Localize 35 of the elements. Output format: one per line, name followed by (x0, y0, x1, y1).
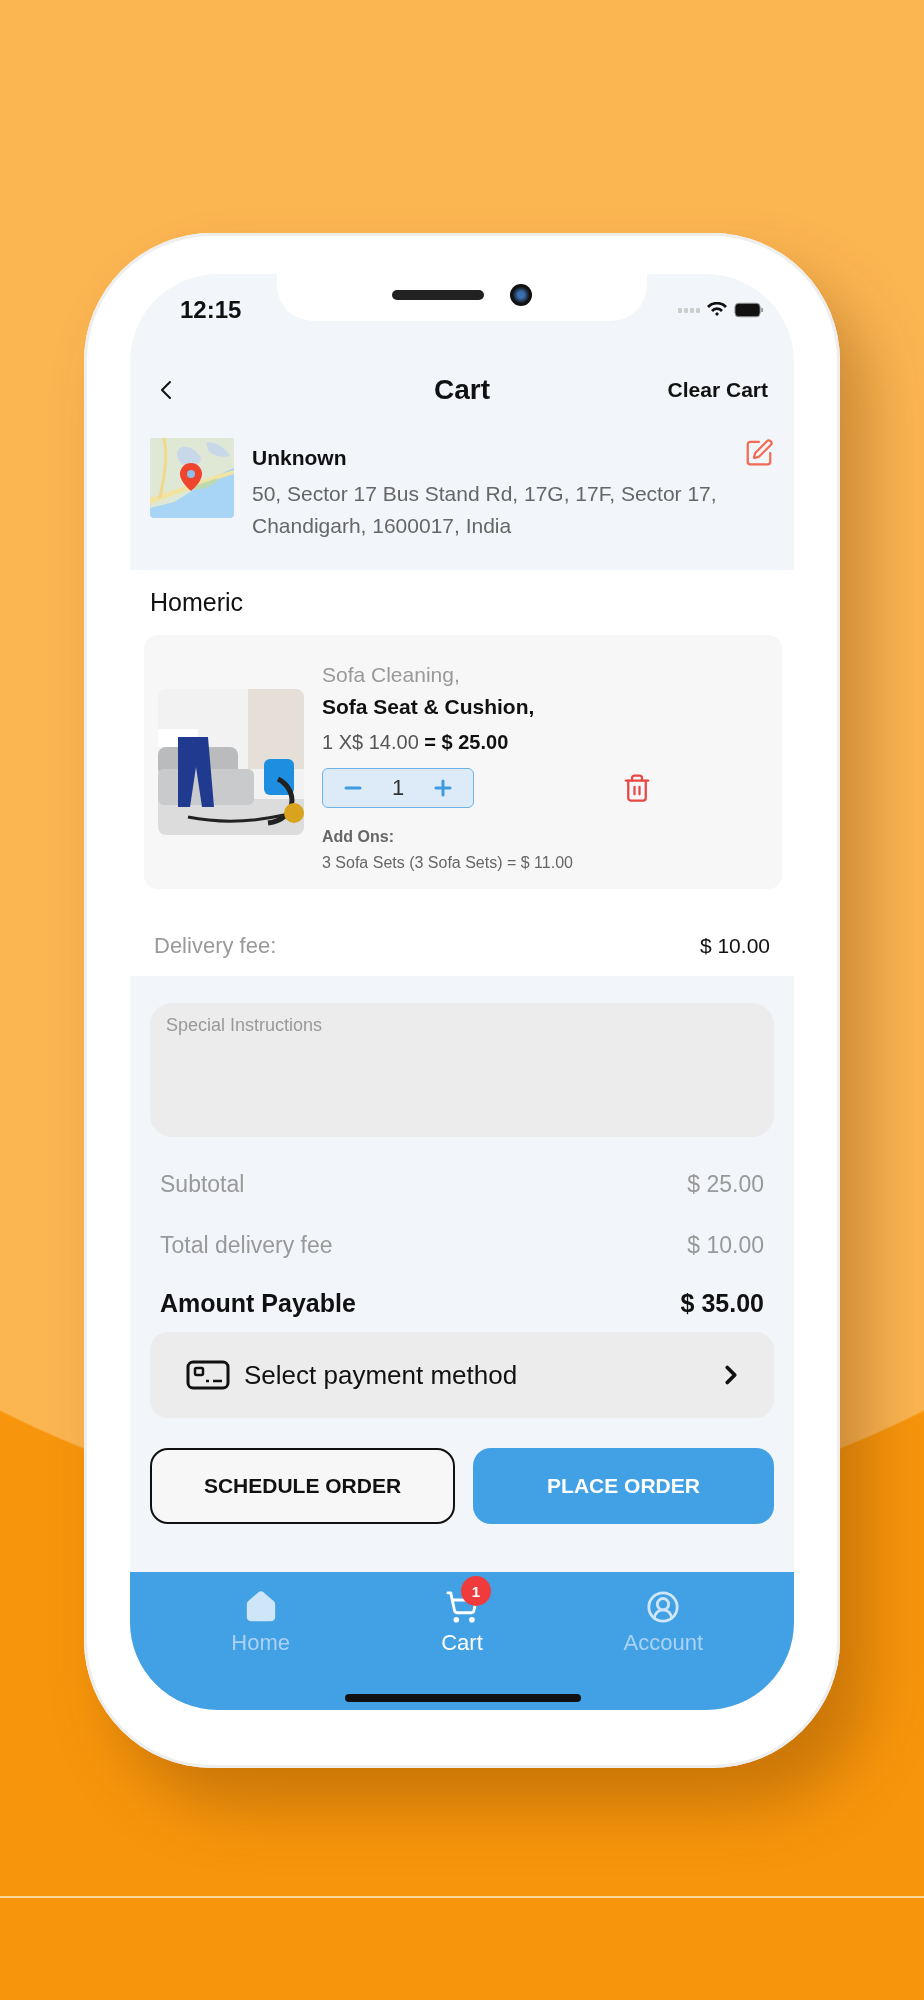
status-time: 12:15 (180, 296, 242, 324)
account-icon (646, 1590, 681, 1624)
page-title: Cart (434, 374, 490, 406)
delivery-fee-label: Delivery fee: (154, 933, 277, 959)
edit-icon[interactable] (744, 438, 774, 468)
payment-method-button[interactable]: Select payment method (150, 1332, 774, 1418)
camera (510, 283, 532, 306)
clear-cart-button[interactable]: Clear Cart (667, 378, 768, 402)
battery-icon (734, 302, 764, 318)
summary-value: $ 25.00 (687, 1171, 764, 1198)
schedule-order-button[interactable]: SCHEDULE ORDER (150, 1448, 455, 1524)
instructions-field[interactable]: Special Instructions (150, 1003, 774, 1137)
delivery-fee-value: $ 10.00 (699, 934, 770, 958)
addons-label: Add Ons: (322, 828, 395, 846)
map-pin-icon (180, 463, 202, 491)
store-name: Homeric (150, 588, 245, 617)
wifi-icon (706, 302, 728, 318)
card-icon (186, 1360, 230, 1390)
summary-label: Amount Payable (160, 1289, 356, 1318)
item-price: 1 X$ 14.00 = $ 25.00 (322, 731, 510, 754)
quantity-value: 1 (391, 775, 405, 801)
item-category: Sofa Cleaning, (322, 663, 461, 687)
summary-value: $ 10.00 (687, 1232, 764, 1259)
tab[interactable]: 1 Cart (361, 1574, 563, 1656)
summary-label: Total delivery fee (160, 1232, 333, 1259)
trash-icon[interactable] (622, 773, 652, 803)
addons-text: 3 Sofa Sets (3 Sofa Sets) = $ 11.00 (322, 854, 574, 872)
item-name: Sofa Seat & Cushion, (322, 695, 536, 719)
summary-value: $ 35.00 (680, 1289, 764, 1318)
address-text: 50, Sector 17 Bus Stand Rd, 17G, 17F, Sector 17, Chandigarh, 1600017, India (252, 481, 718, 539)
place-order-button[interactable]: PLACE ORDER (473, 1448, 774, 1524)
count-badge: 1 (461, 1576, 491, 1606)
summary-label: Subtotal (160, 1171, 245, 1198)
signal-icon (678, 307, 700, 313)
address-name: Unknown (252, 446, 348, 470)
